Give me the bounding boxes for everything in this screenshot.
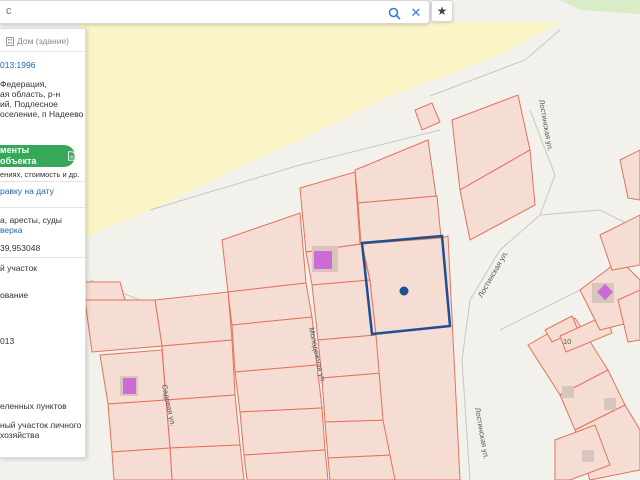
parcel-number-label: 10 [563, 337, 571, 346]
building-icon [6, 36, 14, 46]
permitted-use-line2: хозяйства [0, 430, 40, 440]
land-category: еленных пунктов [0, 401, 67, 411]
documents-button-label: менты объекта [0, 144, 37, 166]
divider [0, 181, 85, 182]
cadastral-cost: 39,953048 [0, 243, 41, 253]
object-type: й участок [0, 263, 38, 273]
cadastral-map[interactable]: Молодежная ул. Лостинская ул. Лостинская… [0, 0, 640, 480]
statement-link[interactable]: равку на дату [0, 186, 54, 197]
info-panel: Дом (здание) 013:1996 Федерация, ая обла… [0, 28, 86, 458]
documents-button[interactable]: менты объекта [0, 145, 75, 167]
cadastral-number[interactable]: 013:1996 [0, 60, 35, 71]
tab-building[interactable]: Дом (здание) [0, 32, 84, 50]
divider [0, 51, 85, 52]
registration-date: 013 [0, 336, 15, 346]
clear-button[interactable]: ✕ [405, 1, 427, 25]
use-label: ование [0, 290, 29, 300]
search-bar[interactable]: с ✕ [0, 0, 430, 24]
check-link[interactable]: верка [0, 225, 23, 236]
documents-subtitle: ениях, стоимость и др. [0, 170, 80, 179]
search-button[interactable] [382, 1, 406, 25]
address-line: оселение, п Надеево [0, 109, 84, 119]
search-icon [388, 7, 401, 20]
divider [0, 257, 85, 258]
divider [0, 207, 85, 208]
search-input[interactable]: с [6, 5, 12, 17]
document-icon [67, 151, 75, 161]
selected-parcel-marker[interactable] [399, 286, 409, 296]
tab-building-label: Дом (здание) [17, 35, 70, 46]
favorite-button[interactable]: ★ [431, 0, 453, 22]
